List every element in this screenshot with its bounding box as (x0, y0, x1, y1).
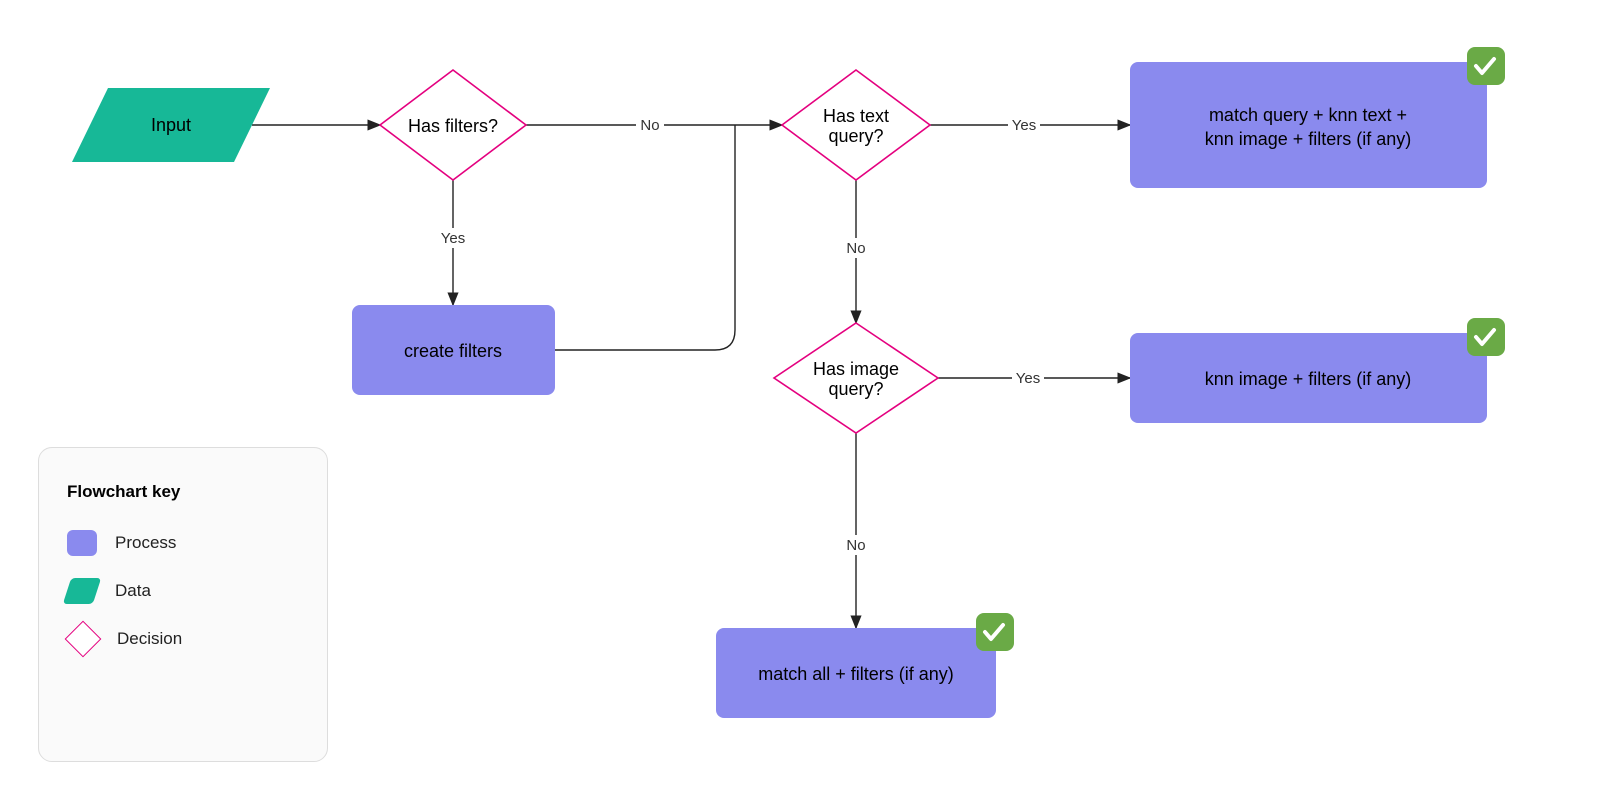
edge-label-no-1: No (640, 117, 659, 134)
node-match-query-l1: match query + knn text + (1209, 105, 1407, 125)
check-badge-icon (1467, 47, 1505, 85)
node-has-image-query: Has image query? (774, 323, 938, 433)
node-create-filters: create filters (352, 305, 555, 395)
legend-row-process: Process (67, 530, 299, 556)
node-has-text-query-l1: Has text (823, 106, 889, 126)
node-input-label: Input (151, 115, 191, 135)
node-has-text-query-l2: query? (828, 126, 883, 146)
edge-label-no-3: No (846, 537, 865, 554)
node-create-filters-label: create filters (404, 341, 502, 361)
node-match-query-l2: knn image + filters (if any) (1205, 129, 1412, 149)
legend-process-label: Process (115, 533, 176, 553)
legend-title: Flowchart key (67, 482, 299, 502)
edge-label-yes-1: Yes (441, 230, 465, 247)
node-match-all-label: match all + filters (if any) (758, 664, 954, 684)
node-knn-image-label: knn image + filters (if any) (1205, 369, 1412, 389)
legend-row-data: Data (67, 578, 299, 604)
node-match-all: match all + filters (if any) (716, 613, 1014, 718)
process-swatch-icon (67, 530, 97, 556)
node-has-text-query: Has text query? (782, 70, 930, 180)
node-input: Input (72, 88, 270, 162)
node-match-query: match query + knn text + knn image + fil… (1130, 47, 1505, 188)
node-has-filters-label: Has filters? (408, 116, 498, 136)
node-has-filters: Has filters? (380, 70, 526, 180)
edge-label-no-2: No (846, 240, 865, 257)
edge-createfilters-return (555, 125, 735, 350)
legend-decision-label: Decision (117, 629, 182, 649)
edge-label-yes-3: Yes (1016, 370, 1040, 387)
legend: Flowchart key Process Data Decision (38, 447, 328, 762)
legend-row-decision: Decision (67, 626, 299, 652)
decision-swatch-icon (65, 621, 102, 658)
node-has-image-query-l1: Has image (813, 359, 899, 379)
legend-data-label: Data (115, 581, 151, 601)
node-has-image-query-l2: query? (828, 379, 883, 399)
check-badge-icon (1467, 318, 1505, 356)
edge-label-yes-2: Yes (1012, 117, 1036, 134)
node-knn-image: knn image + filters (if any) (1130, 318, 1505, 423)
data-swatch-icon (63, 578, 101, 604)
check-badge-icon (976, 613, 1014, 651)
